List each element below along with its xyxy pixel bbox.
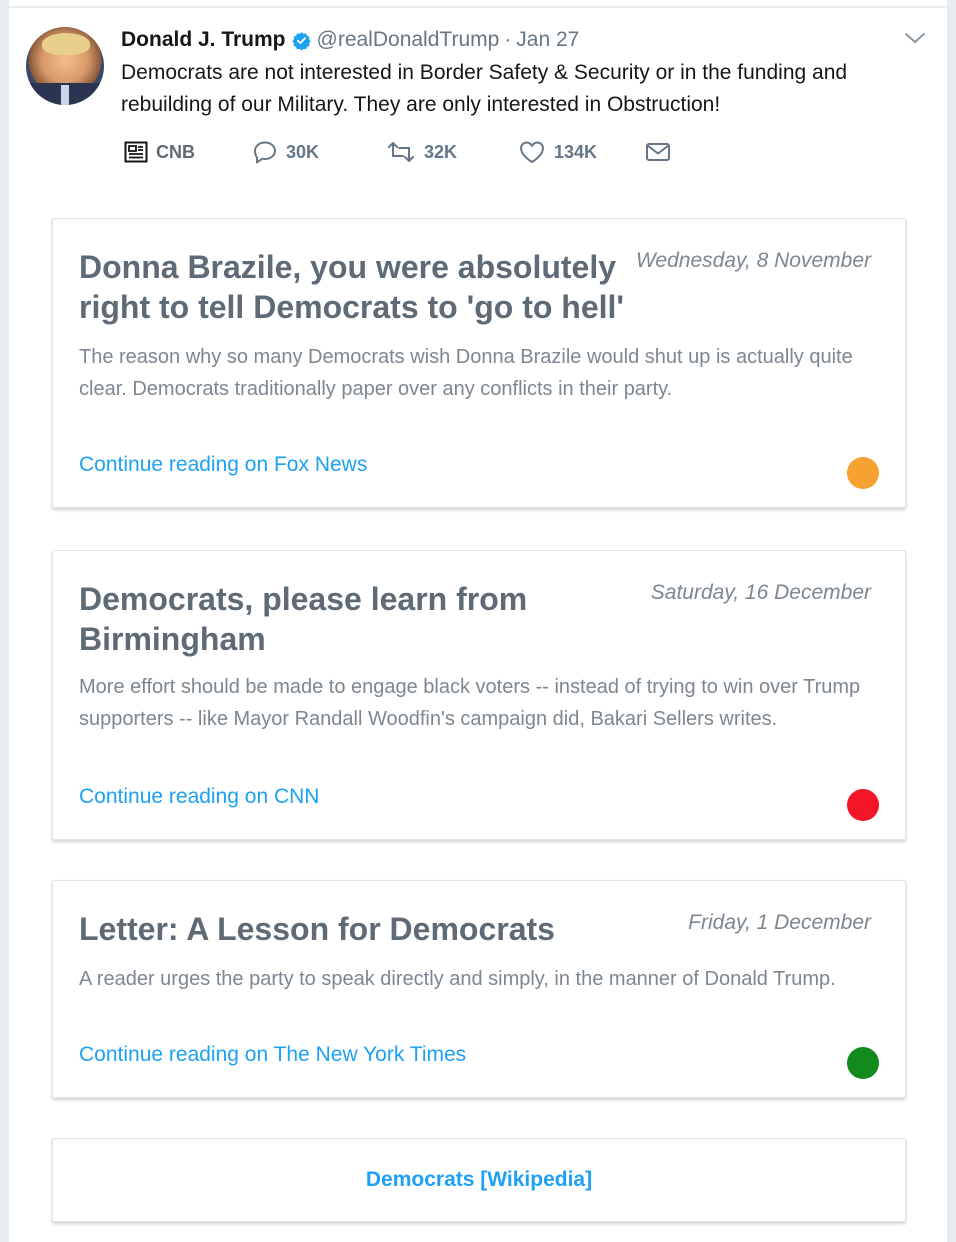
card-title: Donna Brazile, you were absolutely right… (79, 249, 625, 325)
reply-icon (254, 141, 276, 164)
envelope-icon (646, 143, 670, 161)
wikipedia-link[interactable]: Democrats [Wikipedia] (366, 1168, 592, 1192)
avatar[interactable] (26, 27, 104, 105)
verified-badge-icon (291, 31, 311, 50)
retweet-button[interactable]: 32K (386, 136, 457, 168)
source-color-dot (847, 457, 879, 489)
newspaper-icon (124, 141, 148, 163)
tweet-actions: CNB 30K 32K 134K (121, 136, 721, 168)
card-description: More effort should be made to engage bla… (79, 676, 861, 730)
header-separator: · (504, 28, 512, 51)
top-divider (9, 6, 949, 8)
tweet-header: Donald J. Trump @realDonaldTrump · Jan 2… (121, 27, 579, 53)
continue-reading-link[interactable]: Continue reading on Fox News (79, 453, 367, 477)
retweet-count: 32K (424, 141, 458, 162)
news-card: Donna Brazile, you were absolutely right… (52, 218, 906, 508)
source-color-dot (847, 789, 879, 821)
source-color-dot (847, 1047, 879, 1079)
tweet-date[interactable]: Jan 27 (516, 28, 579, 52)
chevron-down-icon[interactable] (904, 30, 926, 46)
message-button[interactable] (645, 136, 671, 168)
card-date: Saturday, 16 December (650, 581, 871, 604)
card-description: The reason why so many Democrats wish Do… (79, 346, 853, 400)
source-label: CNB (156, 141, 195, 162)
card-date: Wednesday, 8 November (635, 249, 871, 272)
continue-reading-link[interactable]: Continue reading on The New York Times (79, 1043, 466, 1067)
author-handle[interactable]: @realDonaldTrump (317, 28, 500, 52)
card-title: Letter: A Lesson for Democrats (79, 911, 555, 947)
tweet-text: Democrats are not interested in Border S… (121, 61, 848, 116)
source-button[interactable]: CNB (124, 136, 195, 168)
news-card: Democrats, please learn from Birmingham … (52, 550, 906, 840)
wikipedia-card: Democrats [Wikipedia] (52, 1138, 906, 1222)
reply-count: 30K (286, 141, 320, 162)
heart-icon (520, 141, 544, 163)
retweet-icon (388, 142, 414, 162)
tweet-page: Donald J. Trump @realDonaldTrump · Jan 2… (8, 0, 949, 1242)
card-description: A reader urges the party to speak direct… (79, 968, 836, 990)
card-date: Friday, 1 December (688, 911, 871, 934)
card-title: Democrats, please learn from Birmingham (79, 581, 528, 657)
author-name[interactable]: Donald J. Trump (121, 28, 286, 52)
like-button[interactable]: 134K (518, 136, 597, 168)
reply-button[interactable]: 30K (252, 136, 319, 168)
news-card: Letter: A Lesson for Democrats Friday, 1… (52, 880, 906, 1098)
like-count: 134K (554, 141, 598, 162)
continue-reading-link[interactable]: Continue reading on CNN (79, 785, 319, 809)
